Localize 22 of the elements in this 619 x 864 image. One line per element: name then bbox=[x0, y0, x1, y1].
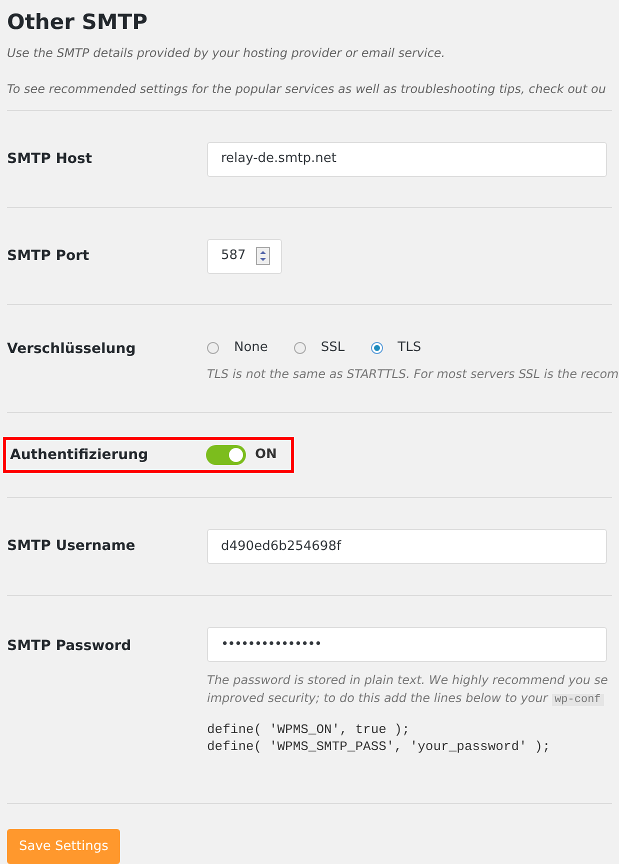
radio-option[interactable]: None bbox=[207, 338, 268, 358]
hint-text: The password is stored in plain text. We highly recommend you se improved security; to do this add the lines below to your wp-conf bbox=[207, 672, 608, 708]
field-label: Verschlüsselung bbox=[7, 340, 137, 359]
field-label: SMTP Host bbox=[7, 150, 94, 168]
radio-option[interactable]: TLS bbox=[370, 338, 422, 358]
field-label: SMTP Username bbox=[7, 537, 136, 556]
spinner-icon[interactable] bbox=[256, 247, 270, 265]
code-text: define( 'WPMS_ON', true ); define( 'WPMS_SMTP_PASS', 'your_password' ); bbox=[207, 721, 552, 755]
intro-text: Use the SMTP details provided by your hosting provider or email service. bbox=[7, 45, 446, 62]
radio-option[interactable]: SSL bbox=[294, 338, 345, 358]
field-label: Authentifizierung bbox=[10, 446, 150, 464]
port-input[interactable]: 587 bbox=[207, 238, 282, 274]
host-input[interactable]: relay-de.smtp.net bbox=[207, 142, 607, 176]
section-title: Other SMTP bbox=[7, 9, 148, 36]
hint-text: TLS is not the same as STARTTLS. For most servers SSL is the recom bbox=[207, 366, 619, 383]
field-label: SMTP Port bbox=[7, 246, 90, 266]
toggle-switch[interactable] bbox=[206, 445, 246, 465]
intro-text: To see recommended settings for the popular services as well as troubleshooting tips, check out ou bbox=[7, 81, 608, 98]
username-input[interactable]: d490ed6b254698f bbox=[207, 529, 607, 564]
toggle-state: ON bbox=[255, 446, 277, 464]
field-label: SMTP Password bbox=[7, 637, 132, 656]
password-input[interactable]: ••••••••••••••• bbox=[207, 627, 607, 662]
